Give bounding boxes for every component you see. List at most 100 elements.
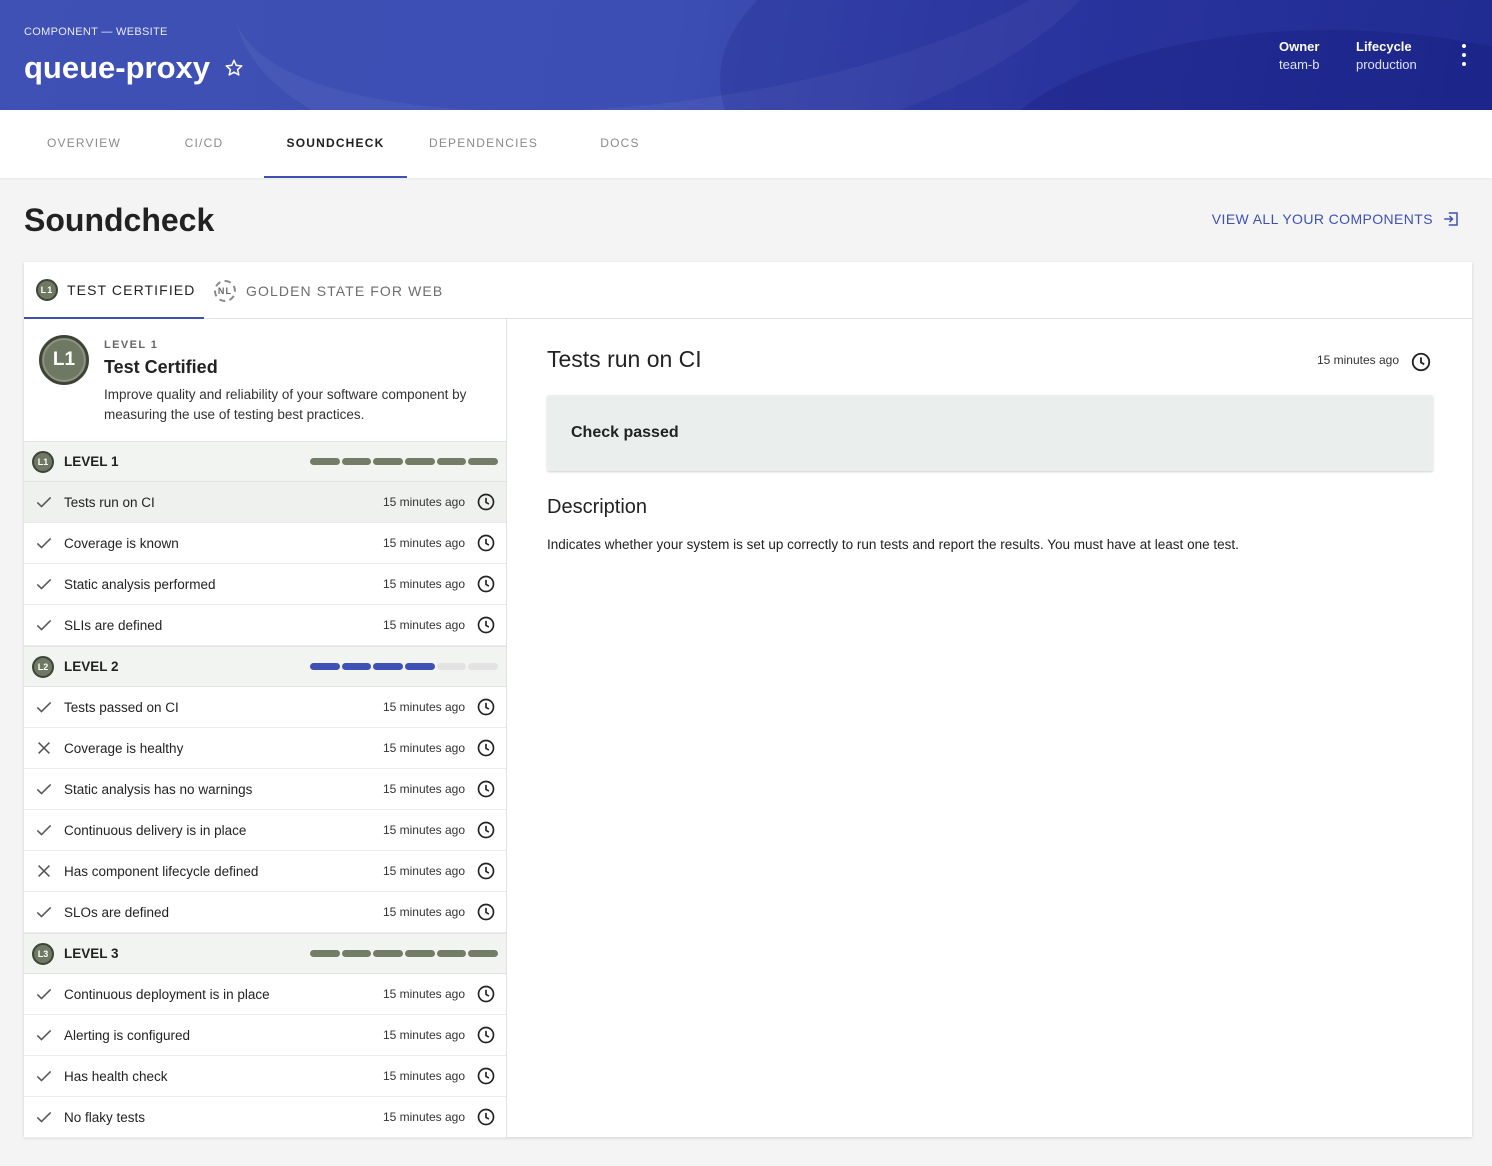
check-time: 15 minutes ago <box>382 905 465 919</box>
tab-cicd[interactable]: CI/CD <box>144 110 264 178</box>
check-row[interactable]: SLOs are defined 15 minutes ago <box>24 892 506 933</box>
breadcrumb: COMPONENT — WEBSITE <box>24 26 168 38</box>
lifecycle-value: production <box>1356 57 1417 72</box>
check-name: SLOs are defined <box>64 904 170 920</box>
check-time: 15 minutes ago <box>382 823 465 837</box>
progress-segment <box>310 950 340 957</box>
check-row[interactable]: Continuous deployment is in place 15 minu… <box>24 974 506 1015</box>
intro-description: Improve quality and reliability of your … <box>104 387 467 422</box>
track-intro: L1 LEVEL 1 Test Certified Improve qualit… <box>24 319 506 441</box>
progress-segment <box>468 663 499 670</box>
check-row[interactable]: Has health check 15 minutes ago <box>24 1056 506 1097</box>
more-vert-icon[interactable] <box>1454 44 1474 66</box>
level-badge-icon: L1 <box>39 335 89 385</box>
check-time: 15 minutes ago <box>382 1028 465 1042</box>
level-badge-icon: L1 <box>36 278 58 301</box>
check-icon <box>32 613 56 637</box>
track-tabs: L1 TEST CERTIFIED NL GOLDEN STATE FOR WE… <box>24 262 1472 319</box>
progress-segment <box>468 950 499 957</box>
check-icon <box>32 1064 56 1088</box>
lifecycle-label: Lifecycle <box>1356 39 1412 54</box>
level-progress-bar <box>310 950 499 957</box>
check-name: Continuous delivery is in place <box>64 822 247 838</box>
level-label: LEVEL 2 <box>64 659 119 674</box>
check-row[interactable]: Static analysis performed 15 minutes ago <box>24 564 506 605</box>
owner-meta: Owner team-b <box>1279 38 1319 74</box>
check-time: 15 minutes ago <box>382 618 465 632</box>
entity-header: COMPONENT — WEBSITE queue-proxy Owner te… <box>0 0 1492 110</box>
level-header: L2 LEVEL 2 <box>24 646 506 687</box>
check-row[interactable]: Continuous delivery is in place 15 minute… <box>24 810 506 851</box>
level-badge-icon: L3 <box>32 942 54 965</box>
check-icon <box>32 531 56 555</box>
check-name: Coverage is healthy <box>64 740 184 756</box>
level-label: LEVEL 3 <box>64 946 119 961</box>
soundcheck-card: L1 TEST CERTIFIED NL GOLDEN STATE FOR WE… <box>24 262 1472 1138</box>
check-icon <box>32 982 56 1006</box>
intro-title: Test Certified <box>104 357 218 377</box>
check-row[interactable]: Coverage is healthy 15 minutes ago <box>24 728 506 769</box>
check-time: 15 minutes ago <box>382 1110 465 1124</box>
track-tab-test-certified[interactable]: L1 TEST CERTIFIED <box>24 262 204 319</box>
page-title: Soundcheck <box>24 202 215 238</box>
check-icon <box>32 1105 56 1129</box>
check-row[interactable]: Static analysis has no warnings 15 minute… <box>24 769 506 810</box>
close-icon <box>32 736 56 760</box>
tab-docs[interactable]: DOCS <box>560 110 680 178</box>
progress-segment <box>373 950 404 957</box>
check-icon <box>32 818 56 842</box>
entity-title: queue-proxy <box>24 50 211 85</box>
check-name: Tests run on CI <box>64 494 155 510</box>
progress-segment <box>436 950 467 957</box>
tab-dependencies[interactable]: DEPENDENCIES <box>407 110 560 178</box>
check-row[interactable]: Has component lifecycle defined 15 minute… <box>24 851 506 892</box>
level-header: L3 LEVEL 3 <box>24 933 506 974</box>
view-all-components-link[interactable]: VIEW ALL YOUR COMPONENTS <box>1212 210 1460 228</box>
detail-time: 15 minutes ago <box>1316 353 1399 367</box>
check-result: Check passed <box>571 424 679 441</box>
check-row[interactable]: Alerting is configured 15 minutes ago <box>24 1015 506 1056</box>
track-tab-golden-state[interactable]: NL GOLDEN STATE FOR WEB <box>214 262 454 319</box>
entity-tabs: OVERVIEW CI/CD SOUNDCHECK DEPENDENCIES D… <box>0 110 1492 178</box>
check-name: Coverage is known <box>64 535 179 551</box>
tab-soundcheck[interactable]: SOUNDCHECK <box>264 110 407 178</box>
intro-level: LEVEL 1 <box>104 339 159 351</box>
description-heading: Description <box>547 496 648 518</box>
progress-segment <box>436 458 467 465</box>
checks-panel: L1 LEVEL 1 Test Certified Improve qualit… <box>24 319 507 1138</box>
progress-segment <box>405 663 435 670</box>
progress-segment <box>341 950 372 957</box>
progress-segment <box>310 663 340 670</box>
check-time: 15 minutes ago <box>382 864 465 878</box>
open-in-icon <box>1444 212 1458 226</box>
level-badge-icon: L2 <box>32 655 54 678</box>
check-row[interactable]: Tests run on CI 15 minutes ago <box>24 482 506 523</box>
level-badge-icon: L1 <box>32 450 54 473</box>
progress-segment <box>373 458 404 465</box>
progress-segment <box>405 950 435 957</box>
check-time: 15 minutes ago <box>382 536 465 550</box>
progress-segment <box>341 663 372 670</box>
check-name: Static analysis has no warnings <box>64 781 253 797</box>
check-name: Alerting is configured <box>64 1027 191 1043</box>
tab-overview[interactable]: OVERVIEW <box>24 110 144 178</box>
view-all-label[interactable]: VIEW ALL YOUR COMPONENTS <box>1212 211 1433 227</box>
check-name: No flaky tests <box>64 1109 146 1125</box>
close-icon <box>32 859 56 883</box>
progress-segment <box>436 663 467 670</box>
check-time: 15 minutes ago <box>382 700 465 714</box>
track-label: TEST CERTIFIED <box>67 281 196 298</box>
check-row[interactable]: Coverage is known 15 minutes ago <box>24 523 506 564</box>
description-text: Indicates whether your system is set up … <box>547 537 1239 552</box>
progress-segment <box>468 458 499 465</box>
star-outline-icon[interactable] <box>224 58 244 78</box>
check-row[interactable]: Tests passed on CI 15 minutes ago <box>24 687 506 728</box>
progress-segment <box>405 458 435 465</box>
check-row[interactable]: SLIs are defined 15 minutes ago <box>24 605 506 646</box>
check-icon <box>32 572 56 596</box>
check-row[interactable]: No flaky tests 15 minutes ago <box>24 1097 506 1138</box>
check-icon <box>32 490 56 514</box>
owner-value[interactable]: team-b <box>1279 56 1319 74</box>
history-clock-icon[interactable] <box>1410 351 1432 373</box>
level-header: L1 LEVEL 1 <box>24 441 506 482</box>
